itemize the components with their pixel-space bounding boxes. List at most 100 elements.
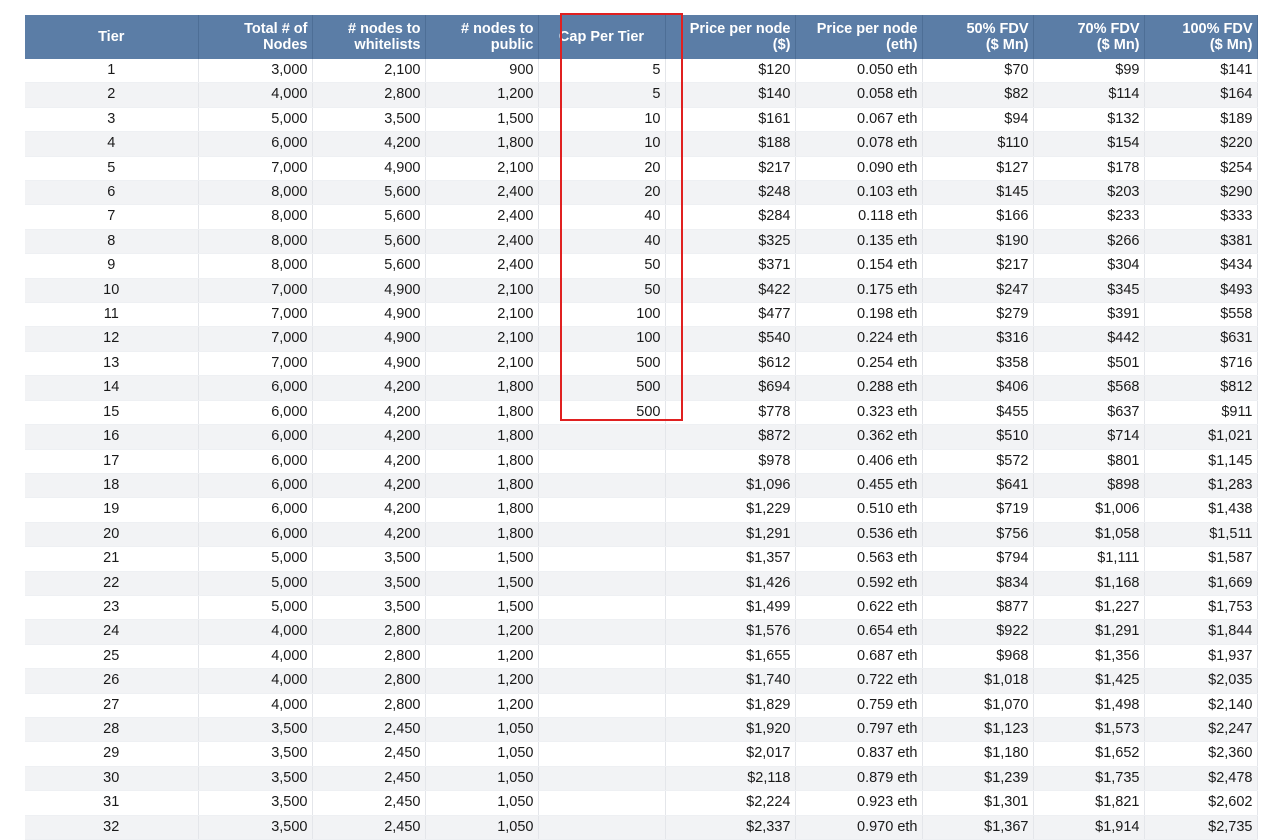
cell-fdv-70[interactable]: $1,111	[1033, 546, 1145, 572]
header-cap-per-tier[interactable]: Cap Per Tier	[538, 15, 666, 59]
cell-total-nodes[interactable]: 4,000	[198, 668, 313, 694]
cell-price-eth[interactable]: 0.198 eth	[795, 302, 923, 328]
cell-fdv-70[interactable]: $99	[1033, 59, 1145, 84]
cell-price-eth[interactable]: 0.323 eth	[795, 400, 923, 426]
cell-price-usd[interactable]: $325	[665, 229, 796, 255]
cell-fdv-70[interactable]: $898	[1033, 473, 1145, 499]
cell-total-nodes[interactable]: 6,000	[198, 473, 313, 499]
cell-fdv-50[interactable]: $217	[922, 253, 1034, 279]
cell-total-nodes[interactable]: 5,000	[198, 107, 313, 133]
cell-fdv-50[interactable]: $510	[922, 424, 1034, 450]
cell-fdv-70[interactable]: $304	[1033, 253, 1145, 279]
cell-nodes-public[interactable]: 2,400	[425, 229, 539, 255]
cell-cap-per-tier[interactable]	[538, 644, 666, 670]
cell-nodes-public[interactable]: 1,800	[425, 131, 539, 157]
cell-nodes-public[interactable]: 1,050	[425, 717, 539, 743]
cell-price-usd[interactable]: $120	[665, 59, 796, 84]
cell-fdv-50[interactable]: $968	[922, 644, 1034, 670]
cell-fdv-70[interactable]: $714	[1033, 424, 1145, 450]
cell-price-eth[interactable]: 0.406 eth	[795, 449, 923, 474]
cell-nodes-whitelists[interactable]: 4,900	[312, 351, 426, 377]
cell-total-nodes[interactable]: 6,000	[198, 375, 313, 401]
cell-total-nodes[interactable]: 6,000	[198, 400, 313, 426]
header-nodes-public[interactable]: # nodes to public	[425, 15, 539, 59]
header-nodes-whitelists[interactable]: # nodes to whitelists	[312, 15, 426, 59]
cell-nodes-whitelists[interactable]: 5,600	[312, 229, 426, 255]
cell-fdv-50[interactable]: $94	[922, 107, 1034, 133]
cell-cap-per-tier[interactable]: 100	[538, 326, 666, 352]
cell-nodes-whitelists[interactable]: 4,900	[312, 156, 426, 182]
cell-nodes-public[interactable]: 1,200	[425, 644, 539, 670]
cell-fdv-50[interactable]: $1,239	[922, 766, 1034, 792]
cell-cap-per-tier[interactable]: 500	[538, 351, 666, 377]
cell-cap-per-tier[interactable]: 500	[538, 375, 666, 401]
cell-price-usd[interactable]: $140	[665, 82, 796, 108]
cell-nodes-public[interactable]: 2,400	[425, 204, 539, 230]
cell-fdv-50[interactable]: $127	[922, 156, 1034, 182]
header-price-eth[interactable]: Price per node (eth)	[795, 15, 923, 59]
cell-nodes-whitelists[interactable]: 2,800	[312, 668, 426, 694]
cell-tier[interactable]: 9	[25, 253, 199, 279]
cell-cap-per-tier[interactable]: 500	[538, 400, 666, 426]
cell-fdv-100[interactable]: $2,478	[1144, 766, 1258, 792]
cell-price-eth[interactable]: 0.118 eth	[795, 204, 923, 230]
cell-cap-per-tier[interactable]	[538, 497, 666, 523]
cell-fdv-70[interactable]: $1,652	[1033, 741, 1145, 767]
cell-price-usd[interactable]: $188	[665, 131, 796, 157]
header-fdv-70[interactable]: 70% FDV ($ Mn)	[1033, 15, 1145, 59]
cell-total-nodes[interactable]: 7,000	[198, 302, 313, 328]
cell-fdv-70[interactable]: $233	[1033, 204, 1145, 230]
cell-price-eth[interactable]: 0.254 eth	[795, 351, 923, 377]
cell-cap-per-tier[interactable]	[538, 571, 666, 596]
cell-price-eth[interactable]: 0.103 eth	[795, 180, 923, 206]
cell-nodes-public[interactable]: 1,200	[425, 619, 539, 645]
cell-price-usd[interactable]: $872	[665, 424, 796, 450]
cell-price-usd[interactable]: $1,426	[665, 571, 796, 596]
cell-fdv-100[interactable]: $2,360	[1144, 741, 1258, 767]
cell-tier[interactable]: 30	[25, 766, 199, 792]
cell-fdv-50[interactable]: $82	[922, 82, 1034, 108]
cell-fdv-50[interactable]: $1,070	[922, 693, 1034, 718]
cell-price-usd[interactable]: $1,920	[665, 717, 796, 743]
cell-nodes-public[interactable]: 1,800	[425, 522, 539, 548]
cell-fdv-50[interactable]: $190	[922, 229, 1034, 255]
cell-fdv-100[interactable]: $1,021	[1144, 424, 1258, 450]
cell-cap-per-tier[interactable]	[538, 522, 666, 548]
cell-nodes-public[interactable]: 2,100	[425, 302, 539, 328]
cell-nodes-public[interactable]: 1,200	[425, 693, 539, 718]
cell-price-usd[interactable]: $248	[665, 180, 796, 206]
cell-price-eth[interactable]: 0.058 eth	[795, 82, 923, 108]
cell-nodes-whitelists[interactable]: 2,450	[312, 741, 426, 767]
cell-nodes-public[interactable]: 2,100	[425, 156, 539, 182]
cell-nodes-public[interactable]: 2,100	[425, 326, 539, 352]
cell-price-eth[interactable]: 0.722 eth	[795, 668, 923, 694]
cell-nodes-public[interactable]: 1,050	[425, 790, 539, 816]
cell-nodes-public[interactable]: 1,800	[425, 497, 539, 523]
cell-fdv-70[interactable]: $203	[1033, 180, 1145, 206]
cell-nodes-public[interactable]: 1,200	[425, 82, 539, 108]
cell-nodes-whitelists[interactable]: 4,200	[312, 131, 426, 157]
cell-nodes-whitelists[interactable]: 4,200	[312, 449, 426, 474]
cell-nodes-public[interactable]: 1,500	[425, 571, 539, 596]
cell-fdv-70[interactable]: $391	[1033, 302, 1145, 328]
cell-fdv-100[interactable]: $189	[1144, 107, 1258, 133]
cell-cap-per-tier[interactable]: 20	[538, 156, 666, 182]
cell-price-usd[interactable]: $694	[665, 375, 796, 401]
cell-nodes-whitelists[interactable]: 2,800	[312, 619, 426, 645]
cell-cap-per-tier[interactable]	[538, 424, 666, 450]
cell-nodes-whitelists[interactable]: 4,200	[312, 400, 426, 426]
cell-fdv-70[interactable]: $501	[1033, 351, 1145, 377]
cell-fdv-100[interactable]: $812	[1144, 375, 1258, 401]
cell-price-eth[interactable]: 0.592 eth	[795, 571, 923, 596]
cell-tier[interactable]: 10	[25, 278, 199, 304]
cell-fdv-50[interactable]: $166	[922, 204, 1034, 230]
cell-nodes-public[interactable]: 1,200	[425, 668, 539, 694]
cell-fdv-100[interactable]: $1,145	[1144, 449, 1258, 474]
cell-fdv-50[interactable]: $70	[922, 59, 1034, 84]
cell-fdv-50[interactable]: $145	[922, 180, 1034, 206]
cell-cap-per-tier[interactable]: 40	[538, 204, 666, 230]
cell-fdv-50[interactable]: $1,180	[922, 741, 1034, 767]
cell-nodes-whitelists[interactable]: 3,500	[312, 571, 426, 596]
cell-fdv-100[interactable]: $290	[1144, 180, 1258, 206]
cell-fdv-100[interactable]: $2,602	[1144, 790, 1258, 816]
